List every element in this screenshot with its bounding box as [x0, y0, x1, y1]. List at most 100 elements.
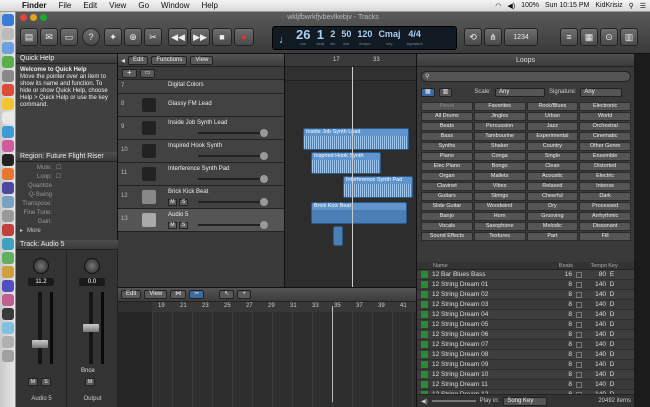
loops-search-input[interactable]: ⚲: [421, 71, 631, 82]
track-name[interactable]: Digital Colors: [168, 82, 204, 88]
lcd-display[interactable]: ♩ 26 bar 1 beat 2 div 50 tick 120 tempo Cmaj k…: [272, 26, 457, 50]
keyword-button[interactable]: Dark: [579, 192, 631, 201]
favorite-checkbox[interactable]: [576, 321, 582, 328]
favorite-checkbox[interactable]: [576, 301, 582, 308]
track-volume-slider[interactable]: [198, 221, 268, 229]
favorite-checkbox[interactable]: [576, 271, 582, 278]
track-name[interactable]: Inspired Hook Synth: [168, 143, 222, 149]
keyword-button[interactable]: Cheerful: [526, 192, 579, 201]
track-row-7[interactable]: 7 Digital Colors: [118, 80, 284, 94]
toolbar-toggle-button[interactable]: ▭: [60, 28, 78, 46]
marker-lane[interactable]: [285, 67, 416, 81]
keyword-button[interactable]: Reset: [421, 102, 473, 111]
editor-keyboard[interactable]: [118, 312, 152, 407]
inbox-button[interactable]: ✉: [40, 28, 58, 46]
keyword-button[interactable]: Bass: [421, 132, 473, 141]
keyword-button[interactable]: Guitars: [421, 192, 473, 201]
keyword-button[interactable]: Bongo: [473, 162, 526, 171]
app-icon-8[interactable]: [2, 322, 14, 334]
list-item[interactable]: 12 String Dream 02 8 140 D: [417, 290, 635, 300]
bounce-label[interactable]: Bnce: [81, 368, 95, 374]
safari-icon[interactable]: [2, 42, 14, 54]
output-volume-value[interactable]: 0.0: [79, 278, 105, 286]
tempo-column-header[interactable]: Tempo: [587, 262, 607, 269]
column-view-icon[interactable]: ▥: [438, 87, 453, 97]
menu-go[interactable]: Go: [132, 1, 155, 10]
editor-catch-button[interactable]: ⋈: [170, 290, 187, 299]
keyword-button[interactable]: Dissonant: [579, 222, 631, 231]
cycle-button[interactable]: ⟲: [464, 28, 482, 46]
clock[interactable]: Sun 10:15 PM: [545, 2, 589, 9]
notification-icon[interactable]: ☰: [640, 2, 646, 10]
track-row-8[interactable]: 8 Glassy FM Lead: [118, 94, 284, 117]
keyword-button[interactable]: Single: [526, 152, 579, 161]
downloads-icon[interactable]: [2, 336, 14, 348]
track-name[interactable]: Glassy FM Lead: [168, 101, 212, 107]
volume-icon[interactable]: ◀): [507, 2, 515, 10]
track-row-10[interactable]: 10 Inspired Hook Synth: [118, 140, 284, 163]
keyword-button[interactable]: Vocals: [421, 222, 473, 231]
region-more[interactable]: ▸ More: [20, 227, 113, 236]
speaker-icon[interactable]: ◀): [421, 398, 428, 405]
loop-browser-button[interactable]: ⊙: [600, 28, 618, 46]
tracks-functions-menu[interactable]: Functions: [151, 55, 188, 65]
region-interference[interactable]: Interference Synth Pad: [343, 176, 413, 198]
track-name[interactable]: Inside Job Synth Lead: [168, 120, 227, 126]
list-item[interactable]: 12 String Dream 05 8 140 D: [417, 320, 635, 330]
menu-help[interactable]: Help: [195, 1, 223, 10]
fader-cap[interactable]: [32, 340, 48, 348]
favorite-checkbox[interactable]: [576, 331, 582, 338]
keyword-button[interactable]: Beats: [421, 122, 473, 131]
pointer-tool-icon[interactable]: ↖: [219, 290, 235, 299]
add-track-button[interactable]: +: [122, 68, 137, 78]
logic-icon[interactable]: [2, 154, 14, 166]
trash-icon[interactable]: [2, 350, 14, 362]
keyword-button[interactable]: Relaxed: [526, 182, 579, 191]
keyword-button[interactable]: Tambourine: [473, 132, 526, 141]
keyword-button[interactable]: Sound Effects: [421, 232, 473, 241]
tuner-button[interactable]: ⋔: [484, 28, 502, 46]
strip-solo-button[interactable]: S: [41, 378, 51, 386]
region-row-gain[interactable]: Gain:: [20, 218, 113, 227]
editor-playhead[interactable]: [332, 306, 333, 402]
keyword-button[interactable]: Arrhythmic: [579, 212, 631, 221]
battery-percent[interactable]: 100%: [521, 2, 539, 9]
reminders-icon[interactable]: [2, 112, 14, 124]
app-icon-6[interactable]: [2, 294, 14, 306]
output-fader-cap[interactable]: [83, 324, 99, 332]
track-solo-button[interactable]: S: [179, 222, 188, 229]
list-item[interactable]: 12 String Dream 11 8 140 D: [417, 380, 635, 390]
contacts-icon[interactable]: [2, 70, 14, 82]
region-row-mute[interactable]: Mute: ☐: [20, 164, 113, 173]
track-mute-button[interactable]: M: [168, 222, 177, 229]
messages-icon[interactable]: [2, 56, 14, 68]
app-icon-7[interactable]: [2, 308, 14, 320]
track-volume-slider[interactable]: [198, 198, 268, 206]
key-column-header[interactable]: Key: [607, 262, 619, 269]
list-item[interactable]: 12 String Dream 04 8 140 D: [417, 310, 635, 320]
keyword-button[interactable]: Orchestral: [579, 122, 631, 131]
editors-button[interactable]: ✂: [144, 28, 162, 46]
stop-button[interactable]: ■: [212, 28, 232, 46]
keyword-button[interactable]: Organ: [421, 172, 473, 181]
favorite-checkbox[interactable]: [576, 351, 582, 358]
track-name[interactable]: Audio 5: [168, 212, 188, 218]
favorite-checkbox[interactable]: [576, 281, 582, 288]
favorite-checkbox[interactable]: [576, 341, 582, 348]
keyword-button[interactable]: Jazz: [526, 122, 579, 131]
app-icon-5[interactable]: [2, 280, 14, 292]
list-item[interactable]: 12 String Dream 10 8 140 D: [417, 370, 635, 380]
track-row-11[interactable]: 11 Interference Synth Pad: [118, 163, 284, 186]
keyword-button[interactable]: Mallets: [473, 172, 526, 181]
keyword-button[interactable]: Melodic: [526, 222, 579, 231]
list-item[interactable]: 12 String Dream 09 8 140 D: [417, 360, 635, 370]
appstore-icon[interactable]: [2, 196, 14, 208]
list-item[interactable]: 12 String Dream 06 8 140 D: [417, 330, 635, 340]
region-row-finetune[interactable]: Fine Tune:: [20, 209, 113, 218]
editor-link-button[interactable]: ✂: [189, 290, 205, 299]
rewind-button[interactable]: ◀◀: [168, 28, 188, 46]
track-volume-slider[interactable]: [198, 129, 268, 137]
mixer-button[interactable]: ⊕: [124, 28, 142, 46]
keyword-button[interactable]: Acoustic: [526, 172, 579, 181]
region-inspired-hook[interactable]: Inspired Hook Synth: [311, 152, 381, 174]
